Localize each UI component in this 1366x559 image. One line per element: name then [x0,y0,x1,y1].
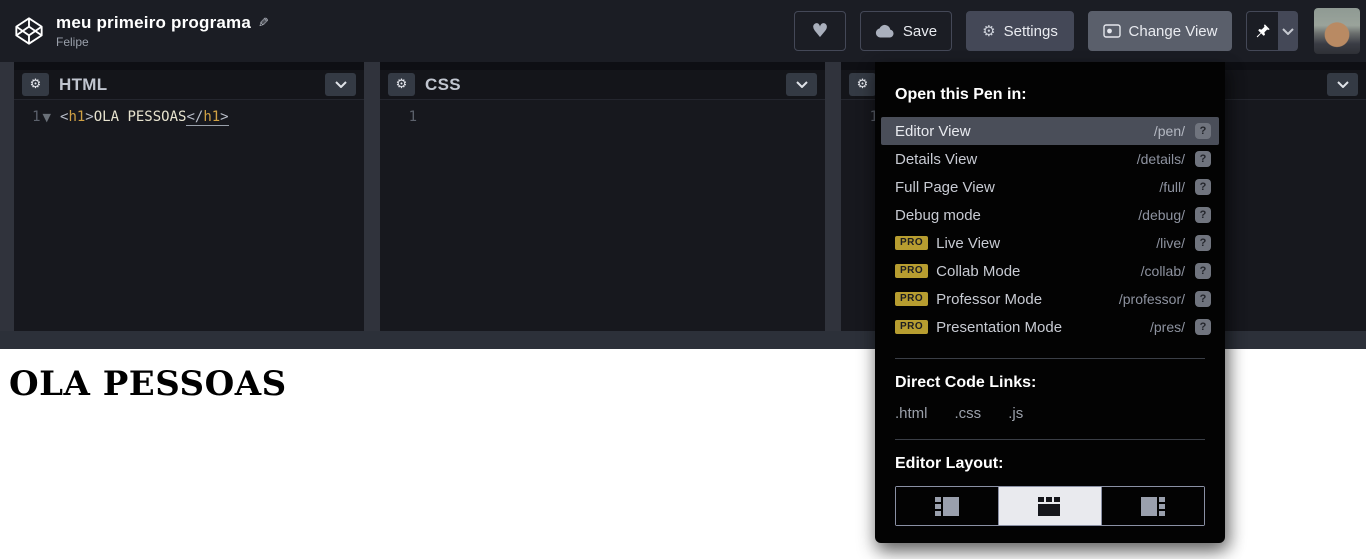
change-view-dropdown: Open this Pen in: Editor View /pen/ ? De… [875,62,1225,543]
preview-heading: OLA PESSOAS [9,364,287,404]
avatar[interactable] [1314,8,1360,54]
html-code-editor[interactable]: 1 ▼ <h1>OLA PESSOAS</h1> [14,100,364,126]
like-button[interactable]: ♥ [794,11,846,51]
pro-badge: PRO [895,236,929,250]
help-icon[interactable]: ? [1195,123,1211,139]
help-icon[interactable]: ? [1195,235,1211,251]
layout-top-button[interactable] [998,487,1101,525]
html-editor-panel: ⚙ HTML 1 ▼ <h1>OLA PESSOAS</h1> [14,70,364,331]
top-header-bar: meu primeiro programa ✎ Felipe ♥ Save ⚙ … [0,0,1366,62]
view-icon [1102,24,1121,38]
change-view-button[interactable]: Change View [1088,11,1232,51]
html-settings-gear-icon[interactable]: ⚙ [22,73,49,96]
help-icon[interactable]: ? [1195,291,1211,307]
layout-top-icon [1038,496,1062,516]
dropdown-heading: Open this Pen in: [895,86,1027,103]
view-options-list: Editor View /pen/ ? Details View /detail… [881,117,1219,341]
menu-item-debug-mode[interactable]: Debug mode /debug/ ? [881,201,1219,229]
gear-icon: ⚙ [982,21,996,40]
settings-button-label: Settings [1003,22,1058,40]
html-line-number: 1 ▼ [32,109,51,125]
change-view-button-label: Change View [1128,22,1218,40]
layout-right-icon [1141,496,1165,516]
direct-code-links-heading: Direct Code Links: [895,374,1037,391]
pin-split-button[interactable] [1246,11,1298,51]
pro-badge: PRO [895,292,929,306]
layout-left-button[interactable] [896,487,998,525]
layout-right-button[interactable] [1101,487,1204,525]
editor-layout-buttons [895,486,1205,526]
css-js-resize-gutter[interactable] [825,62,841,331]
html-panel-header: ⚙ HTML [14,70,364,100]
pen-author[interactable]: Felipe [56,35,269,49]
menu-item-full-page-view[interactable]: Full Page View /full/ ? [881,173,1219,201]
js-settings-gear-icon[interactable]: ⚙ [849,73,876,96]
pin-icon[interactable] [1247,12,1278,50]
save-button-label: Save [902,22,938,40]
menu-item-presentation-mode[interactable]: PRO Presentation Mode /pres/ ? [881,313,1219,341]
js-panel-chevron-icon[interactable] [1327,73,1358,96]
css-editor-panel: ⚙ CSS 1 [380,70,825,331]
link-css[interactable]: .css [955,405,982,422]
codepen-logo-icon[interactable] [12,14,46,48]
css-panel-title: CSS [425,74,461,94]
help-icon[interactable]: ? [1195,319,1211,335]
edit-title-icon[interactable]: ✎ [258,16,269,31]
editor-layout-heading: Editor Layout: [895,455,1004,472]
pro-badge: PRO [895,320,929,334]
link-html[interactable]: .html [895,405,928,422]
fold-arrow-icon[interactable]: ▼ [43,111,51,124]
link-js[interactable]: .js [1008,405,1023,422]
pro-badge: PRO [895,264,929,278]
settings-button[interactable]: ⚙ Settings [966,11,1074,51]
menu-item-editor-view[interactable]: Editor View /pen/ ? [881,117,1219,145]
html-panel-chevron-icon[interactable] [325,73,356,96]
direct-code-links: .html .css .js [895,405,1205,422]
pen-title: meu primeiro programa [56,13,252,32]
pen-title-block: meu primeiro programa ✎ Felipe [56,13,269,49]
html-css-resize-gutter[interactable] [364,62,380,331]
divider [895,439,1205,440]
layout-left-icon [935,496,959,516]
css-panel-header: ⚙ CSS [380,70,825,100]
menu-item-details-view[interactable]: Details View /details/ ? [881,145,1219,173]
menu-item-live-view[interactable]: PRO Live View /live/ ? [881,229,1219,257]
left-resize-rail[interactable] [0,62,14,331]
menu-item-professor-mode[interactable]: PRO Professor Mode /professor/ ? [881,285,1219,313]
cloud-icon [875,24,895,38]
topbar-actions: ♥ Save ⚙ Settings Change View [794,8,1360,54]
css-settings-gear-icon[interactable]: ⚙ [388,73,415,96]
css-line-number: 1 [408,109,417,125]
html-panel-title: HTML [59,74,108,94]
pin-dropdown-chevron-icon[interactable] [1278,11,1298,51]
heart-icon: ♥ [811,20,829,42]
menu-item-collab-mode[interactable]: PRO Collab Mode /collab/ ? [881,257,1219,285]
html-code-line: <h1>OLA PESSOAS</h1> [60,109,229,126]
help-icon[interactable]: ? [1195,151,1211,167]
help-icon[interactable]: ? [1195,207,1211,223]
help-icon[interactable]: ? [1195,179,1211,195]
help-icon[interactable]: ? [1195,263,1211,279]
divider [895,358,1205,359]
save-button[interactable]: Save [860,11,952,51]
css-panel-chevron-icon[interactable] [786,73,817,96]
css-code-editor[interactable]: 1 [380,100,825,125]
